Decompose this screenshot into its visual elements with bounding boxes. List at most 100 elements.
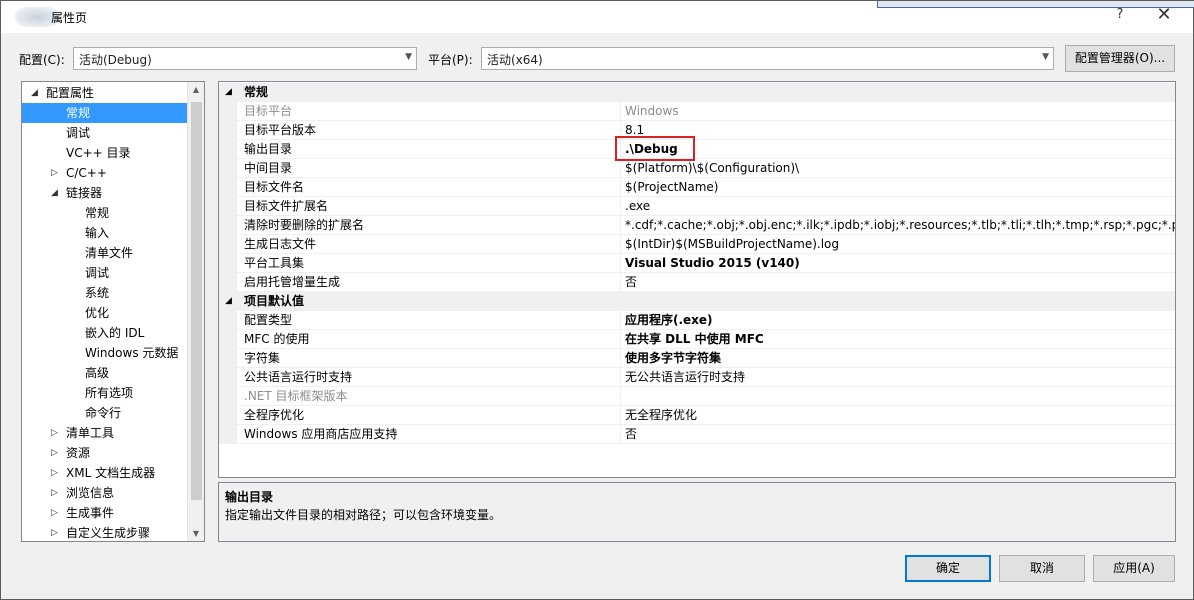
property-value[interactable]: $(IntDir)$(MSBuildProjectName).log: [625, 235, 1175, 253]
property-row[interactable]: 目标文件扩展名 .exe: [219, 197, 1175, 216]
tree-item[interactable]: Windows 元数据: [22, 343, 188, 363]
expanded-arrow-icon[interactable]: ◢: [225, 83, 232, 102]
property-value[interactable]: .\Debug: [625, 140, 1175, 158]
config-label: 配置(C):: [19, 53, 65, 67]
property-value[interactable]: 8.1: [625, 121, 1175, 139]
column-divider[interactable]: [620, 235, 621, 254]
tree-item[interactable]: 系统: [22, 283, 188, 303]
property-row[interactable]: 平台工具集 Visual Studio 2015 (v140): [219, 254, 1175, 273]
property-value[interactable]: 应用程序(.exe): [625, 311, 1175, 329]
property-row[interactable]: MFC 的使用 在共享 DLL 中使用 MFC: [219, 330, 1175, 349]
tree-item[interactable]: ▷ 自定义生成步骤: [22, 523, 188, 541]
configuration-combobox[interactable]: 活动(Debug) ▼: [73, 47, 417, 70]
tree-item[interactable]: ▷ 生成事件: [22, 503, 188, 523]
column-divider[interactable]: [620, 425, 621, 444]
property-row[interactable]: .NET 目标框架版本: [219, 387, 1175, 406]
collapsed-arrow-icon[interactable]: ▷: [51, 483, 58, 503]
property-row[interactable]: Windows 应用商店应用支持 否: [219, 425, 1175, 444]
cancel-button[interactable]: 取消: [999, 555, 1085, 582]
column-divider[interactable]: [620, 311, 621, 330]
tree-item[interactable]: 清单文件: [22, 243, 188, 263]
property-value[interactable]: 无全程序优化: [625, 406, 1175, 424]
tree-item[interactable]: 调试: [22, 263, 188, 283]
column-divider[interactable]: [620, 368, 621, 387]
property-row[interactable]: 目标平台 Windows: [219, 102, 1175, 121]
property-row[interactable]: 中间目录 $(Platform)\$(Configuration)\: [219, 159, 1175, 178]
tree-item[interactable]: 调试: [22, 123, 188, 143]
collapsed-arrow-icon[interactable]: ▷: [51, 523, 58, 541]
configuration-manager-button[interactable]: 配置管理器(O)...: [1065, 45, 1175, 72]
property-row[interactable]: 全程序优化 无全程序优化: [219, 406, 1175, 425]
column-divider[interactable]: [620, 159, 621, 178]
property-tree[interactable]: ◢ 配置属性 常规 调试 VC++ 目录 ▷ C/C++ ◢ 链接器 常规 输入 清单文件 调试 系统 优化…: [21, 81, 205, 542]
tree-item[interactable]: 优化: [22, 303, 188, 323]
column-divider[interactable]: [620, 197, 621, 216]
category-header[interactable]: ◢ 项目默认值: [219, 292, 1175, 311]
property-value[interactable]: .exe: [625, 197, 1175, 215]
help-button[interactable]: ?: [1112, 7, 1128, 22]
column-divider[interactable]: [620, 216, 621, 235]
scrollbar-thumb[interactable]: [191, 102, 202, 500]
collapsed-arrow-icon[interactable]: ▷: [51, 463, 58, 483]
column-divider[interactable]: [620, 406, 621, 425]
property-value[interactable]: 使用多字节字符集: [625, 349, 1175, 367]
property-value[interactable]: 否: [625, 425, 1175, 443]
collapsed-arrow-icon[interactable]: ▷: [51, 443, 58, 463]
property-value[interactable]: Visual Studio 2015 (v140): [625, 254, 1175, 272]
property-row[interactable]: 输出目录 .\Debug: [219, 140, 1175, 159]
column-divider[interactable]: [620, 178, 621, 197]
tree-item[interactable]: ◢ 链接器: [22, 183, 188, 203]
collapsed-arrow-icon[interactable]: ▷: [51, 163, 58, 183]
expanded-arrow-icon[interactable]: ◢: [31, 83, 38, 103]
column-divider[interactable]: [620, 273, 621, 292]
tree-item[interactable]: 常规: [22, 103, 188, 123]
tree-item[interactable]: 命令行: [22, 403, 188, 423]
property-row[interactable]: 目标平台版本 8.1: [219, 121, 1175, 140]
property-row[interactable]: 启用托管增量生成 否: [219, 273, 1175, 292]
property-value[interactable]: 在共享 DLL 中使用 MFC: [625, 330, 1175, 348]
tree-item[interactable]: ▷ 清单工具: [22, 423, 188, 443]
tree-item[interactable]: 输入: [22, 223, 188, 243]
tree-scrollbar[interactable]: ▲ ▼: [187, 82, 204, 541]
collapsed-arrow-icon[interactable]: ▷: [51, 423, 58, 443]
property-row[interactable]: 目标文件名 $(ProjectName): [219, 178, 1175, 197]
property-row[interactable]: 生成日志文件 $(IntDir)$(MSBuildProjectName).log: [219, 235, 1175, 254]
tree-item[interactable]: 嵌入的 IDL: [22, 323, 188, 343]
platform-combobox[interactable]: 活动(x64) ▼: [481, 47, 1054, 70]
tree-item[interactable]: ▷ XML 文档生成器: [22, 463, 188, 483]
tree-item[interactable]: 所有选项: [22, 383, 188, 403]
collapsed-arrow-icon[interactable]: ▷: [51, 503, 58, 523]
expanded-arrow-icon[interactable]: ◢: [51, 183, 58, 203]
expanded-arrow-icon[interactable]: ◢: [225, 292, 232, 311]
tree-item[interactable]: ▷ C/C++: [22, 163, 188, 183]
property-value[interactable]: $(Platform)\$(Configuration)\: [625, 159, 1175, 177]
property-value[interactable]: Windows: [625, 102, 1175, 120]
property-value[interactable]: *.cdf;*.cache;*.obj;*.obj.enc;*.ilk;*.ip…: [625, 216, 1175, 234]
tree-item[interactable]: ◢ 配置属性: [22, 83, 188, 103]
scroll-down-icon[interactable]: ▼: [188, 529, 204, 538]
property-row[interactable]: 字符集 使用多字节字符集: [219, 349, 1175, 368]
property-value[interactable]: $(ProjectName): [625, 178, 1175, 196]
property-row[interactable]: 清除时要删除的扩展名 *.cdf;*.cache;*.obj;*.obj.enc;…: [219, 216, 1175, 235]
property-grid[interactable]: ◢ 常规 目标平台 Windows 目标平台版本 8.1 输出目录 .\Debug 中间目录 $(…: [218, 81, 1176, 478]
column-divider[interactable]: [620, 330, 621, 349]
apply-button[interactable]: 应用(A): [1093, 555, 1175, 582]
property-value[interactable]: 无公共语言运行时支持: [625, 368, 1175, 386]
scroll-up-icon[interactable]: ▲: [188, 85, 204, 94]
column-divider[interactable]: [620, 387, 621, 406]
property-value[interactable]: 否: [625, 273, 1175, 291]
tree-item[interactable]: 常规: [22, 203, 188, 223]
tree-item-label: 生成事件: [66, 506, 115, 520]
tree-item[interactable]: 高级: [22, 363, 188, 383]
ok-button[interactable]: 确定: [905, 555, 991, 582]
tree-item[interactable]: ▷ 资源: [22, 443, 188, 463]
tree-item-label: 资源: [66, 446, 91, 460]
property-row[interactable]: 公共语言运行时支持 无公共语言运行时支持: [219, 368, 1175, 387]
category-header[interactable]: ◢ 常规: [219, 83, 1175, 102]
tree-item[interactable]: ▷ 浏览信息: [22, 483, 188, 503]
column-divider[interactable]: [620, 349, 621, 368]
column-divider[interactable]: [620, 254, 621, 273]
column-divider[interactable]: [620, 102, 621, 121]
tree-item[interactable]: VC++ 目录: [22, 143, 188, 163]
property-row[interactable]: 配置类型 应用程序(.exe): [219, 311, 1175, 330]
